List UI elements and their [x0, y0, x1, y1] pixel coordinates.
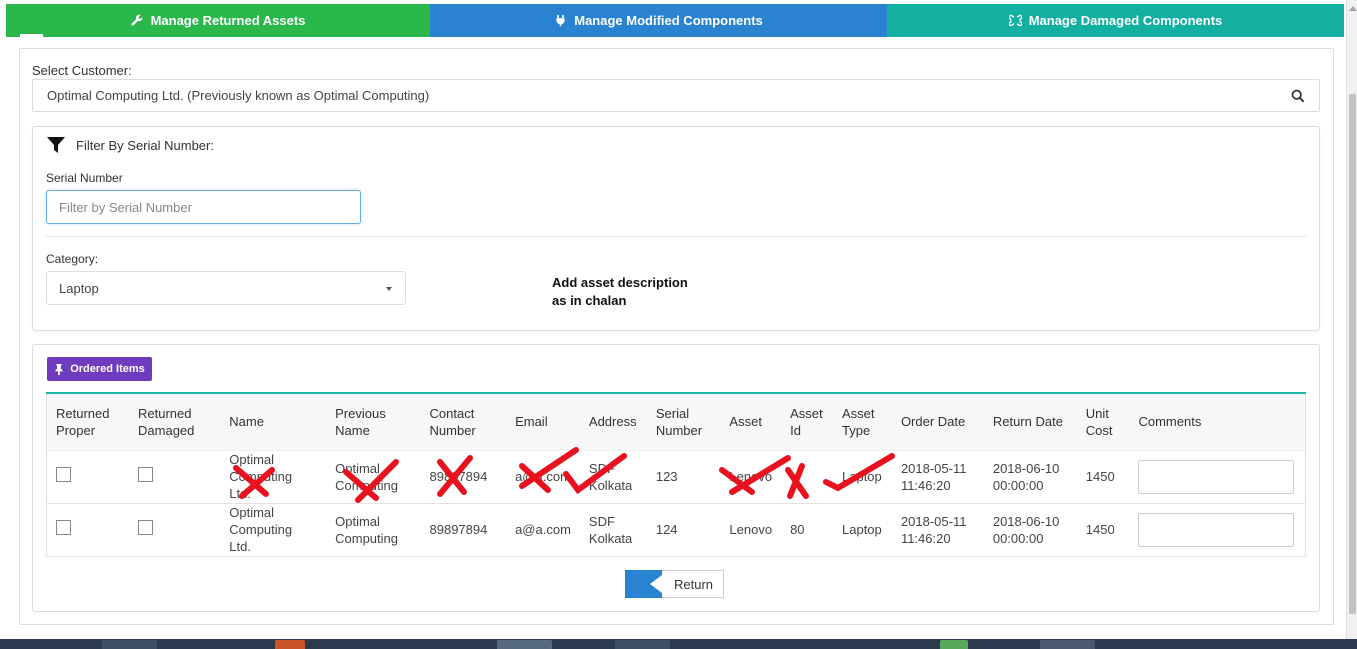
- column-header: Comments: [1129, 394, 1306, 451]
- cell-asset: Lenovo: [729, 469, 773, 484]
- return-button[interactable]: Return: [625, 569, 724, 598]
- column-header: Asset Id: [781, 394, 833, 451]
- taskbar-item[interactable]: [615, 640, 670, 649]
- tab-manage-modified-components[interactable]: Manage Modified Components: [430, 4, 887, 37]
- returned-proper-checkbox[interactable]: [56, 520, 71, 535]
- column-header: Email: [506, 394, 580, 451]
- ordered-items-table: Returned Proper Returned Damaged Name Pr…: [46, 394, 1306, 557]
- badge-label: Ordered Items: [70, 363, 145, 375]
- plug-icon: [556, 14, 565, 27]
- annotation-note: Add asset description as in chalan: [552, 274, 752, 310]
- cell-order-date: 2018-05-11 11:46:20: [891, 502, 984, 556]
- scroll-up-arrow-icon[interactable]: [1349, 6, 1357, 11]
- serial-number-input[interactable]: [46, 190, 361, 224]
- scrollbar-thumb[interactable]: [1349, 94, 1356, 614]
- column-header: Contact Number: [420, 394, 507, 451]
- vertical-scrollbar[interactable]: [1346, 0, 1357, 640]
- cell-order-date: 2018-05-11 11:46:20: [900, 460, 967, 493]
- returned-proper-checkbox[interactable]: [56, 467, 71, 482]
- taskbar-item[interactable]: [497, 640, 552, 649]
- active-tab-indicator: [20, 34, 43, 37]
- taskbar-item[interactable]: [102, 640, 157, 649]
- customer-value: Optimal Computing Ltd. (Previously known…: [47, 88, 430, 103]
- unlink-icon: [1008, 14, 1022, 27]
- taskbar-item[interactable]: [1040, 640, 1095, 649]
- table-header-row: Returned Proper Returned Damaged Name Pr…: [46, 394, 1306, 451]
- ordered-items-badge[interactable]: Ordered Items: [47, 357, 152, 381]
- table-row: Optimal Computing Ltd. Optimal Computing…: [46, 502, 1306, 556]
- serial-number-label: Serial Number: [46, 171, 123, 185]
- category-label: Category:: [46, 252, 99, 266]
- filter-title: Filter By Serial Number:: [46, 136, 214, 154]
- filter-icon: [47, 137, 65, 153]
- column-header: Address: [579, 394, 647, 451]
- tab-label: Manage Modified Components: [574, 13, 763, 28]
- return-arrow-icon: [625, 569, 662, 598]
- filter-title-text: Filter By Serial Number:: [76, 137, 214, 153]
- column-header: Previous Name: [326, 394, 421, 451]
- filter-divider: [46, 236, 1306, 237]
- category-value: Laptop: [59, 280, 99, 296]
- cell-email: a@a.com: [515, 469, 571, 484]
- tab-label: Manage Damaged Components: [1028, 13, 1223, 28]
- cell-name: Optimal Computing Ltd.: [220, 502, 327, 556]
- column-header: Serial Number: [646, 394, 721, 451]
- cell-previous-name: Optimal Computing: [326, 502, 421, 556]
- cell-asset-type: Laptop: [842, 469, 882, 484]
- column-header: Order Date: [891, 394, 984, 451]
- table-row: Optimal Computing Ltd. Optimal Computing…: [47, 450, 1306, 503]
- column-header: Returned Damaged: [129, 394, 221, 451]
- cell-contact: 89897894: [429, 469, 488, 484]
- column-header: Returned Proper: [46, 394, 130, 451]
- cell-contact: 89897894: [420, 502, 507, 556]
- comments-input[interactable]: [1138, 512, 1295, 547]
- return-button-label: Return: [674, 576, 714, 592]
- taskbar-item[interactable]: [275, 640, 305, 649]
- cell-name: Optimal Computing Ltd.: [229, 452, 293, 501]
- os-taskbar: [0, 639, 1357, 649]
- column-header: Name: [220, 394, 327, 451]
- tab-manage-returned-assets[interactable]: Manage Returned Assets: [6, 4, 430, 37]
- returned-damaged-checkbox[interactable]: [138, 520, 154, 535]
- wrench-icon: [131, 14, 143, 26]
- cell-unit-cost: 1450: [1085, 469, 1115, 484]
- select-customer-label: Select Customer:: [32, 63, 132, 78]
- column-header: Asset: [720, 394, 782, 451]
- tab-manage-damaged-components[interactable]: Manage Damaged Components: [887, 4, 1344, 37]
- cell-asset-type: Laptop: [833, 502, 892, 556]
- category-select[interactable]: Laptop: [46, 271, 406, 305]
- search-icon[interactable]: [1291, 89, 1305, 103]
- comments-input[interactable]: [1138, 459, 1295, 494]
- cell-email: a@a.com: [506, 502, 580, 556]
- annotation-note-line: Add asset description: [552, 275, 688, 290]
- cell-address: SDF Kolkata: [588, 460, 633, 493]
- caret-down-icon: [386, 287, 392, 291]
- cell-previous-name: Optimal Computing: [335, 460, 398, 493]
- cell-return-date: 2018-06-10 00:00:00: [983, 502, 1077, 556]
- cell-return-date: 2018-06-10 00:00:00: [992, 460, 1060, 493]
- customer-select[interactable]: Optimal Computing Ltd. (Previously known…: [32, 79, 1320, 112]
- column-header: Unit Cost: [1076, 394, 1130, 451]
- cell-unit-cost: 1450: [1076, 502, 1130, 556]
- cell-serial: 123: [655, 469, 678, 484]
- cell-asset-id: [781, 450, 833, 503]
- tab-label: Manage Returned Assets: [150, 13, 306, 28]
- cell-address: SDF Kolkata: [579, 502, 647, 556]
- cell-asset-id: 80: [781, 502, 833, 556]
- column-header: Asset Type: [833, 394, 892, 451]
- taskbar-item[interactable]: [940, 640, 968, 649]
- annotation-note-line: as in chalan: [552, 293, 627, 308]
- cell-asset: Lenovo: [720, 502, 782, 556]
- tab-bar: Manage Returned Assets Manage Modified C…: [6, 4, 1344, 37]
- returned-damaged-checkbox[interactable]: [138, 467, 154, 482]
- column-header: Return Date: [983, 394, 1077, 451]
- cell-serial: 124: [646, 502, 721, 556]
- pin-icon: [55, 363, 63, 375]
